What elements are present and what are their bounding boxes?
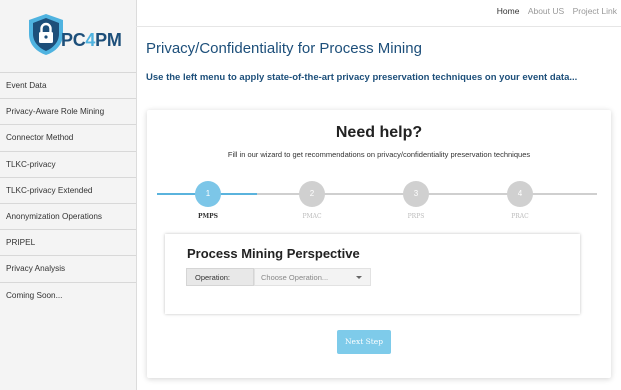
perspective-panel: Process Mining Perspective Operation: Ch… — [165, 234, 580, 314]
nav-project-link[interactable]: Project Link — [573, 6, 617, 16]
sidebar-item-event-data[interactable]: Event Data — [0, 72, 136, 99]
step-3-label: PRPS — [407, 213, 425, 220]
step-2-label: PMAC — [302, 213, 322, 220]
sidebar-item-tlkc-privacy-extended[interactable]: TLKC-privacy Extended — [0, 176, 136, 203]
step-1-circle[interactable]: 1 — [195, 181, 221, 207]
step-2-circle[interactable]: 2 — [299, 181, 325, 207]
panel-title: Process Mining Perspective — [187, 246, 360, 261]
nav-about-link[interactable]: About US — [528, 6, 564, 16]
sidebar-menu: Event Data Privacy-Aware Role Mining Con… — [0, 72, 136, 308]
next-step-button[interactable]: Next Step — [337, 330, 391, 354]
sidebar-item-tlkc-privacy[interactable]: TLKC-privacy — [0, 150, 136, 177]
wizard-card: Need help? Fill in our wizard to get rec… — [147, 110, 611, 378]
sidebar-item-anonymization-operations[interactable]: Anonymization Operations — [0, 202, 136, 230]
nav-home-link[interactable]: Home — [497, 6, 520, 16]
chevron-down-icon — [356, 276, 362, 279]
page-title: Privacy/Confidentiality for Process Mini… — [146, 40, 422, 57]
wizard-title: Need help? — [335, 124, 423, 141]
sidebar-item-connector-method[interactable]: Connector Method — [0, 124, 136, 151]
sidebar-item-coming-soon[interactable]: Coming Soon... — [0, 281, 136, 308]
logo-text: PC4PM — [61, 30, 122, 50]
step-3-circle[interactable]: 3 — [403, 181, 429, 207]
logo[interactable]: PC4PM — [28, 14, 128, 68]
wizard-description: Fill in our wizard to get recommendation… — [227, 150, 531, 159]
sidebar: PC4PM Event Data Privacy-Aware Role Mini… — [0, 0, 137, 390]
operation-select[interactable]: Choose Operation... — [254, 268, 371, 286]
step-4-label: PRAC — [511, 213, 529, 220]
top-nav: Home About US Project Link — [491, 6, 617, 16]
page-subtitle: Use the left menu to apply state-of-the-… — [146, 72, 578, 83]
operation-select-value: Choose Operation... — [261, 273, 329, 282]
sidebar-item-pripel[interactable]: PRIPEL — [0, 229, 136, 256]
top-nav-divider — [136, 26, 621, 27]
lock-shield-icon — [29, 14, 63, 55]
step-1-label: PMPS — [198, 213, 218, 220]
sidebar-item-privacy-aware-role-mining[interactable]: Privacy-Aware Role Mining — [0, 98, 136, 125]
sidebar-item-privacy-analysis[interactable]: Privacy Analysis — [0, 255, 136, 282]
operation-label: Operation: — [186, 268, 254, 286]
step-4-circle[interactable]: 4 — [507, 181, 533, 207]
